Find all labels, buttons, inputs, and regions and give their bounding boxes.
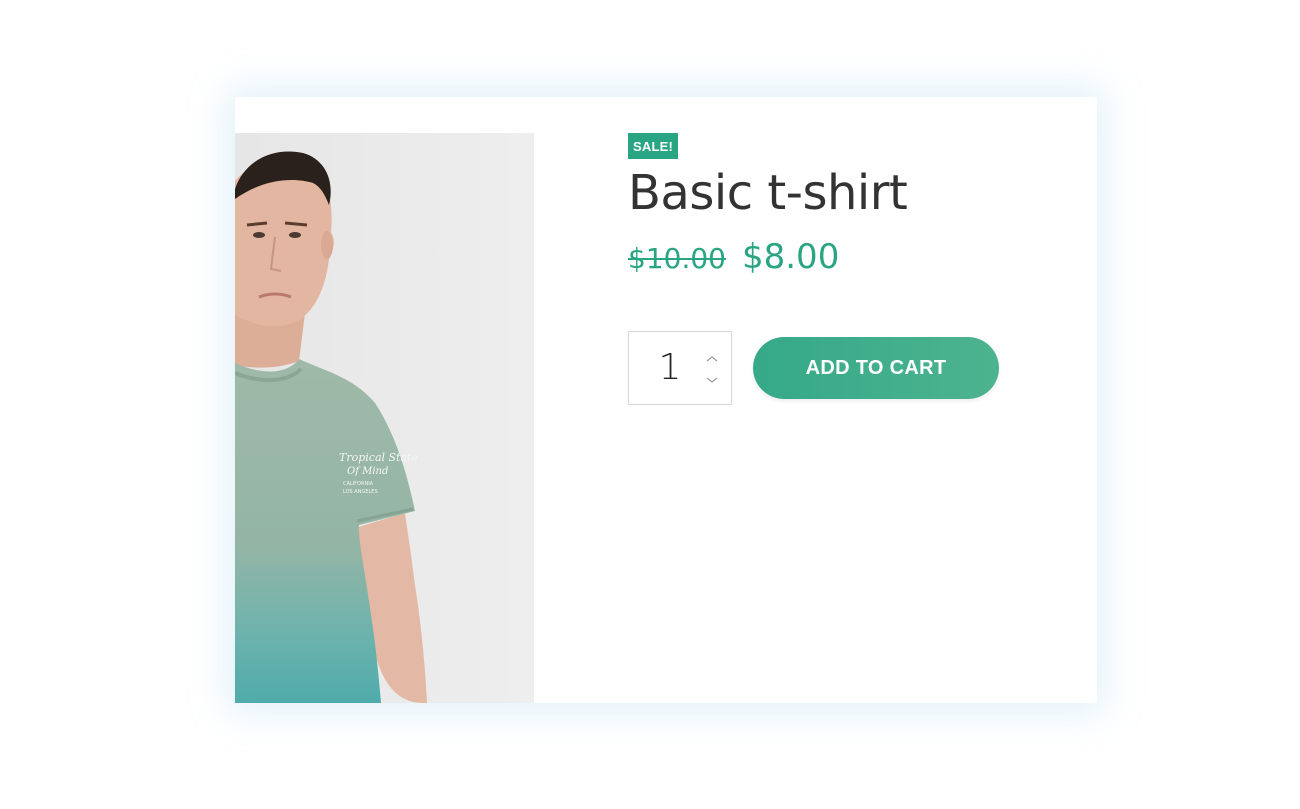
- sale-badge: SALE!: [628, 133, 678, 159]
- product-summary: SALE! Basic t-shirt $10.00 $8.00 1 ADD T…: [628, 133, 1048, 405]
- product-card: Tropical State Of Mind CALIFORNIA LOS AN…: [235, 97, 1097, 703]
- shirt-print-line1: Tropical State: [339, 451, 418, 464]
- shirt-print-line4: LOS ANGELES: [343, 489, 378, 495]
- chevron-down-icon[interactable]: [705, 372, 719, 383]
- product-photo: Tropical State Of Mind CALIFORNIA LOS AN…: [235, 133, 534, 703]
- quantity-stepper[interactable]: 1: [628, 331, 732, 405]
- price-block: $10.00 $8.00: [628, 237, 1048, 287]
- regular-price: $10.00: [628, 242, 726, 275]
- quantity-input[interactable]: 1: [629, 332, 711, 404]
- chevron-up-icon[interactable]: [705, 351, 719, 362]
- product-title: Basic t-shirt: [628, 165, 908, 221]
- sale-price: $8.00: [741, 237, 840, 277]
- add-to-cart-button[interactable]: ADD TO CART: [753, 337, 999, 399]
- product-image[interactable]: Tropical State Of Mind CALIFORNIA LOS AN…: [235, 133, 534, 703]
- add-to-cart-form: 1 ADD TO CART: [628, 331, 1048, 405]
- shirt-print-line3: CALIFORNIA: [343, 481, 374, 487]
- shirt-print-line2: Of Mind: [347, 466, 388, 477]
